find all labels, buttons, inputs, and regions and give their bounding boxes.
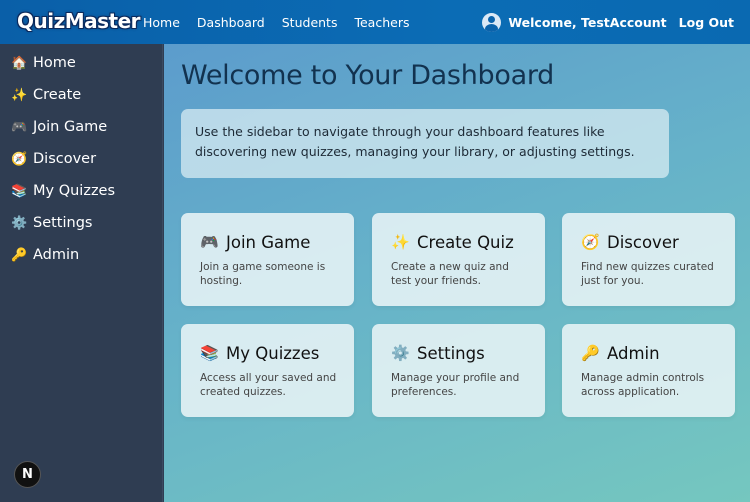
sidebar-item-admin[interactable]: 🔑 Admin xyxy=(11,244,79,266)
books-icon: 📚 xyxy=(200,344,219,362)
compass-icon: 🧭 xyxy=(11,151,28,167)
nav-teachers-link[interactable]: Teachers xyxy=(354,15,409,30)
gamepad-icon: 🎮 xyxy=(200,233,219,251)
gear-icon: ⚙️ xyxy=(11,215,28,231)
top-header: QuizMaster Home Dashboard Students Teach… xyxy=(0,0,750,44)
quizmaster-logo[interactable]: QuizMaster xyxy=(11,6,146,36)
sidebar-item-label: Home xyxy=(33,55,76,71)
main-content: Welcome to Your Dashboard Use the sideba… xyxy=(164,44,750,502)
nav-dashboard-link[interactable]: Dashboard xyxy=(197,15,265,30)
nav-home-link[interactable]: Home xyxy=(143,15,180,30)
sparkles-icon: ✨ xyxy=(391,233,410,251)
sidebar-item-label: Discover xyxy=(33,151,97,167)
welcome-text: Welcome, TestAccount xyxy=(508,14,667,30)
sidebar-item-join-game[interactable]: 🎮 Join Game xyxy=(11,116,107,138)
card-description: Manage admin controls across application… xyxy=(581,372,705,398)
logout-link[interactable]: Log Out xyxy=(679,15,734,30)
page-title: Welcome to Your Dashboard xyxy=(181,60,554,91)
sidebar-item-label: Admin xyxy=(33,247,80,263)
house-icon: 🏠 xyxy=(11,55,28,71)
card-discover[interactable]: 🧭 Discover Find new quizzes curated just … xyxy=(562,213,735,306)
card-title: My Quizzes xyxy=(226,343,320,363)
card-admin[interactable]: 🔑 Admin Manage admin controls across appl… xyxy=(562,324,735,417)
sidebar-item-label: Create xyxy=(33,87,82,103)
key-icon: 🔑 xyxy=(581,344,600,362)
books-icon: 📚 xyxy=(11,183,28,199)
card-title: Create Quiz xyxy=(417,232,514,252)
card-description: Join a game someone is hosting. xyxy=(200,261,326,287)
sidebar-item-home[interactable]: 🏠 Home xyxy=(11,52,76,74)
nav-students-link[interactable]: Students xyxy=(282,15,338,30)
user-area: Welcome, TestAccount Log Out xyxy=(482,0,734,44)
sidebar-item-label: Join Game xyxy=(33,119,108,135)
sidebar-item-label: Settings xyxy=(33,215,93,231)
key-icon: 🔑 xyxy=(11,247,28,263)
sidebar: 🏠 Home ✨ Create 🎮 Join Game 🧭 Discover 📚… xyxy=(0,44,163,502)
sidebar-item-label: My Quizzes xyxy=(33,183,116,199)
card-settings[interactable]: ⚙️ Settings Manage your profile and prefe… xyxy=(372,324,545,417)
card-create-quiz[interactable]: ✨ Create Quiz Create a new quiz and test … xyxy=(372,213,545,306)
card-description: Create a new quiz and test your friends. xyxy=(391,261,509,287)
sidebar-item-create[interactable]: ✨ Create xyxy=(11,84,81,106)
card-description: Manage your profile and preferences. xyxy=(391,372,520,398)
gear-icon: ⚙️ xyxy=(391,344,410,362)
user-avatar-icon[interactable] xyxy=(482,12,502,32)
card-title: Admin xyxy=(607,343,660,363)
card-join-game[interactable]: 🎮 Join Game Join a game someone is hostin… xyxy=(181,213,354,306)
nextjs-badge-icon[interactable]: N xyxy=(14,461,41,488)
card-title: Settings xyxy=(417,343,485,363)
sidebar-item-settings[interactable]: ⚙️ Settings xyxy=(11,212,92,234)
sidebar-item-my-quizzes[interactable]: 📚 My Quizzes xyxy=(11,180,115,202)
card-title: Discover xyxy=(607,232,679,252)
card-description: Find new quizzes curated just for you. xyxy=(581,261,714,287)
card-description: Access all your saved and created quizze… xyxy=(200,372,337,398)
gamepad-icon: 🎮 xyxy=(11,119,28,135)
compass-icon: 🧭 xyxy=(581,233,600,251)
card-title: Join Game xyxy=(226,232,311,252)
top-nav: Home Dashboard Students Teachers xyxy=(143,0,426,44)
intro-box: Use the sidebar to navigate through your… xyxy=(181,109,669,178)
sidebar-item-discover[interactable]: 🧭 Discover xyxy=(11,148,96,170)
card-my-quizzes[interactable]: 📚 My Quizzes Access all your saved and cr… xyxy=(181,324,354,417)
sparkles-icon: ✨ xyxy=(11,87,28,103)
